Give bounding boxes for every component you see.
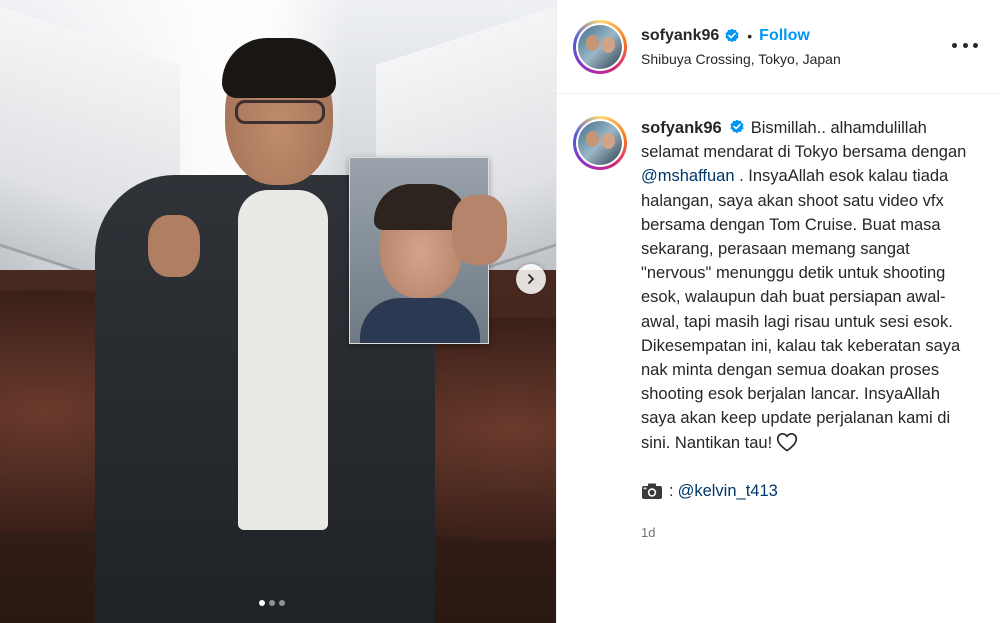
person-glasses (235, 100, 325, 124)
credit-mention-link[interactable]: @kelvin_t413 (678, 479, 778, 503)
more-dot (973, 42, 978, 48)
caption-username[interactable]: sofyank96 (641, 119, 722, 137)
carousel-dot (279, 600, 285, 606)
person-hair (222, 38, 336, 98)
person-fist (148, 215, 200, 277)
more-dot (952, 42, 957, 48)
caption-part2: . InsyaAllah esok kalau tiada halangan, … (641, 167, 961, 452)
carousel-next-button[interactable] (516, 264, 546, 294)
carousel-dot (259, 600, 265, 606)
header-line: sofyank96 • Follow (641, 27, 841, 45)
heart-icon[interactable] (776, 432, 798, 452)
person-hand (452, 195, 507, 265)
avatar[interactable] (573, 19, 627, 74)
post-media[interactable] (0, 0, 556, 623)
caption-avatar-image (578, 121, 622, 165)
caption-avatar-frame (576, 119, 624, 167)
person-shirt (238, 190, 328, 530)
username-link[interactable]: sofyank96 (641, 27, 719, 45)
avatar-image (578, 24, 622, 69)
avatar-frame (576, 22, 624, 71)
header-text: sofyank96 • Follow Shibuya Crossing, Tok… (641, 27, 841, 67)
mention-link[interactable]: @mshaffuan (641, 167, 735, 185)
carousel-dot (269, 600, 275, 606)
carousel-dots (259, 600, 285, 606)
separator-bullet: • (747, 27, 753, 44)
post-timestamp[interactable]: 1d (641, 521, 971, 545)
chevron-right-icon (528, 274, 534, 284)
more-dot (962, 42, 968, 48)
more-options-button[interactable] (952, 35, 978, 55)
credit-colon: : (669, 481, 674, 500)
caption-body: sofyank96 Bismillah.. alhamdulillah sela… (641, 116, 971, 545)
instagram-post: sofyank96 • Follow Shibuya Crossing, Tok… (0, 0, 1000, 623)
photo-credit: : @kelvin_t413 (641, 479, 971, 503)
caption-avatar[interactable] (573, 116, 627, 170)
verified-badge-icon (725, 28, 739, 42)
verified-badge-icon (730, 119, 744, 134)
caption-text: sofyank96 Bismillah.. alhamdulillah sela… (641, 116, 971, 455)
location-link[interactable]: Shibuya Crossing, Tokyo, Japan (641, 51, 841, 67)
follow-button[interactable]: Follow (759, 27, 810, 45)
caption: sofyank96 Bismillah.. alhamdulillah sela… (557, 94, 1000, 545)
post-side-panel: sofyank96 • Follow Shibuya Crossing, Tok… (556, 0, 1000, 623)
camera-icon (642, 483, 662, 499)
post-header: sofyank96 • Follow Shibuya Crossing, Tok… (557, 0, 1000, 94)
card-shirt (360, 298, 480, 343)
